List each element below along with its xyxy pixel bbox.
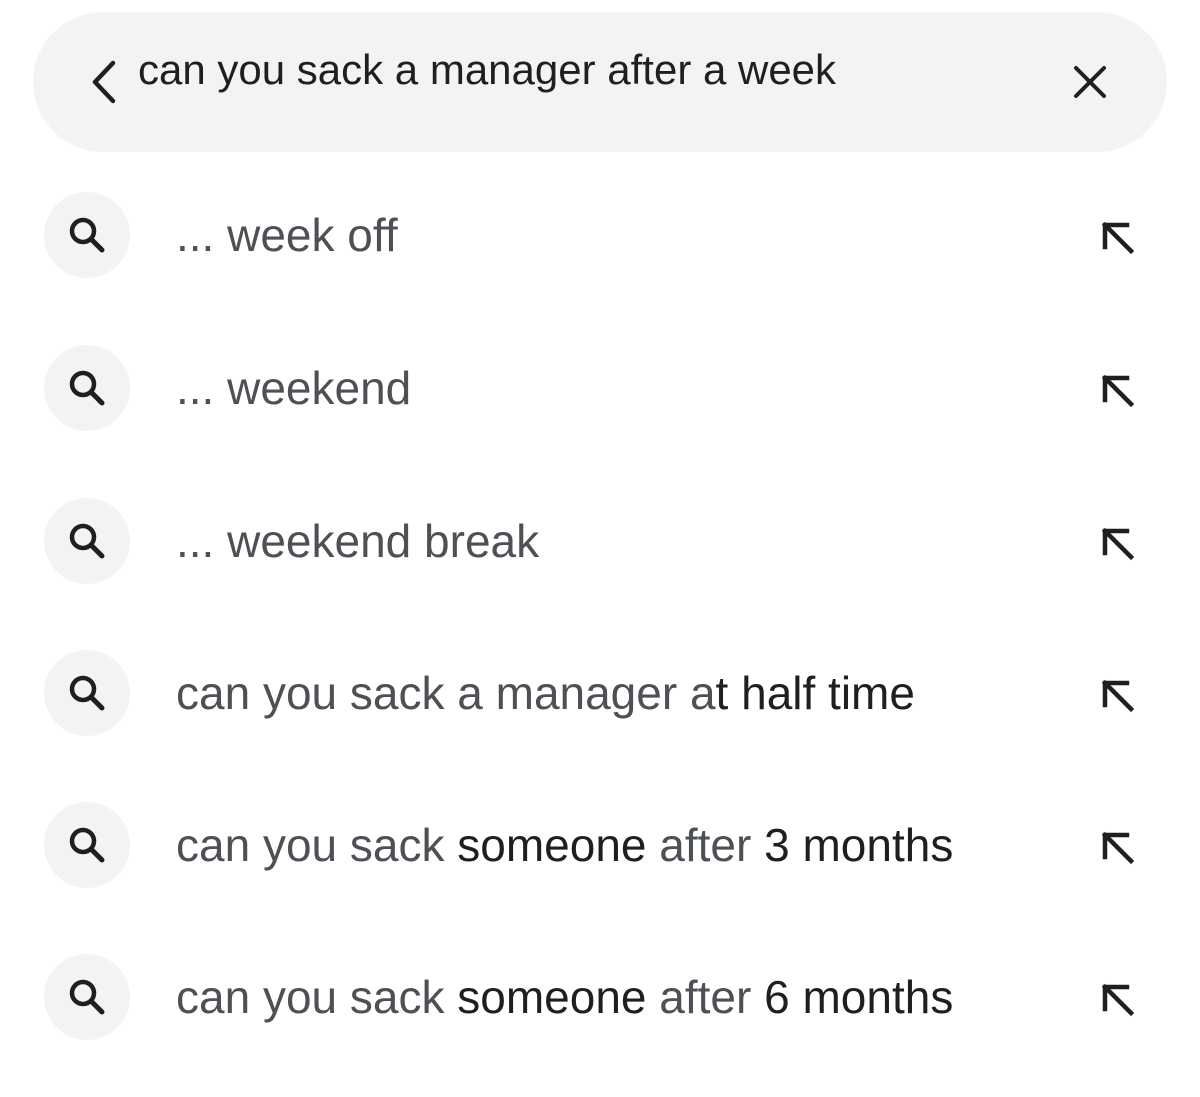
suggestion-search-icon-badge <box>44 802 130 888</box>
suggestion-text-part: can you sack <box>176 819 458 871</box>
suggestion-text-highlight: 6 months <box>764 971 954 1023</box>
suggestion-text: can you sack a manager at half time <box>176 665 915 721</box>
fill-query-button[interactable] <box>1090 363 1144 417</box>
search-icon <box>69 979 105 1015</box>
suggestion-search-icon-badge <box>44 650 130 736</box>
suggestion-text-part: can you sack <box>176 971 458 1023</box>
search-icon <box>69 675 105 711</box>
suggestion-text-highlight: t half time <box>715 667 915 719</box>
suggestion-search-icon-badge <box>44 345 130 431</box>
suggestion-search-icon-badge <box>44 498 130 584</box>
fill-query-button[interactable] <box>1090 516 1144 570</box>
suggestion-text-part: after <box>646 819 765 871</box>
suggestion-item[interactable]: can you sack someone after 3 months <box>0 790 1200 900</box>
fill-query-button[interactable] <box>1090 668 1144 722</box>
arrow-up-left-icon <box>1101 983 1135 1017</box>
suggestion-item[interactable]: ... week off <box>0 180 1200 290</box>
suggestion-text: can you sack someone after 6 months <box>176 969 953 1025</box>
suggestion-text-highlight: 3 months <box>764 819 954 871</box>
suggestion-text-highlight: someone <box>457 819 647 871</box>
search-icon <box>69 217 105 253</box>
suggestion-text-part: ... weekend <box>176 362 412 414</box>
suggestion-item[interactable]: can you sack someone after 6 months <box>0 942 1200 1052</box>
arrow-up-left-icon <box>1101 527 1135 561</box>
search-icon <box>69 523 105 559</box>
fill-query-button[interactable] <box>1090 972 1144 1026</box>
fill-query-button[interactable] <box>1090 210 1144 264</box>
suggestion-text: ... week off <box>176 207 398 263</box>
suggestion-item[interactable]: ... weekend break <box>0 486 1200 596</box>
suggestion-list: ... week off ... weekend ... weekend break… <box>0 0 1200 1097</box>
suggestion-text: ... weekend break <box>176 513 539 569</box>
suggestion-text-part: can you sack a manager a <box>176 667 716 719</box>
search-icon <box>69 370 105 406</box>
arrow-up-left-icon <box>1101 221 1135 255</box>
search-icon <box>69 827 105 863</box>
suggestion-text-highlight: someone <box>457 971 647 1023</box>
suggestion-text-part: ... weekend break <box>176 515 540 567</box>
search-page: ... week off ... weekend ... weekend break… <box>0 0 1200 1097</box>
suggestion-text-part: ... week off <box>176 209 398 261</box>
suggestion-item[interactable]: can you sack a manager at half time <box>0 638 1200 748</box>
suggestion-search-icon-badge <box>44 954 130 1040</box>
arrow-up-left-icon <box>1101 679 1135 713</box>
arrow-up-left-icon <box>1101 374 1135 408</box>
suggestion-text-part: after <box>646 971 765 1023</box>
arrow-up-left-icon <box>1101 831 1135 865</box>
suggestion-text: ... weekend <box>176 360 411 416</box>
suggestion-item[interactable]: ... weekend <box>0 333 1200 443</box>
suggestion-text: can you sack someone after 3 months <box>176 817 953 873</box>
fill-query-button[interactable] <box>1090 820 1144 874</box>
suggestion-search-icon-badge <box>44 192 130 278</box>
